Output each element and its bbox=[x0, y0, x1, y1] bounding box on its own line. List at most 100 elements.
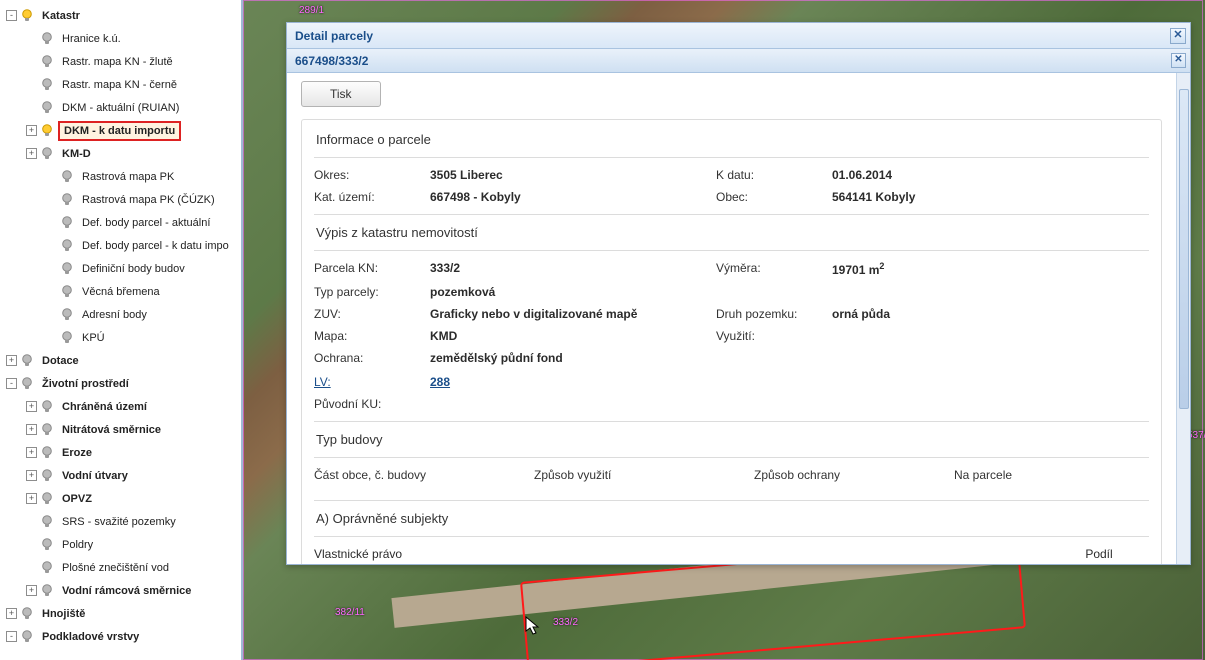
bulb-icon[interactable] bbox=[40, 30, 54, 48]
dialog-titlebar[interactable]: Detail parcely ✕ bbox=[287, 23, 1190, 49]
bulb-icon[interactable] bbox=[60, 237, 74, 255]
tree-node[interactable]: -Katastr bbox=[0, 4, 241, 27]
tree-node[interactable]: Rastrová mapa PK bbox=[0, 165, 241, 188]
bulb-icon[interactable] bbox=[40, 467, 54, 485]
value: zemědělský půdní fond bbox=[430, 351, 710, 365]
scrollbar-thumb[interactable] bbox=[1179, 89, 1189, 409]
label: Okres: bbox=[314, 168, 424, 182]
bulb-icon[interactable] bbox=[40, 76, 54, 94]
tree-node-label: Vodní útvary bbox=[58, 468, 132, 484]
tree-node[interactable]: -Podkladové vrstvy bbox=[0, 625, 241, 648]
tree-node[interactable]: +DKM - k datu importu bbox=[0, 119, 241, 142]
owners-header: Vlastnické právo Podíl bbox=[314, 547, 1149, 561]
close-icon[interactable]: ✕ bbox=[1170, 28, 1186, 44]
bulb-icon[interactable] bbox=[40, 421, 54, 439]
scrollbar[interactable] bbox=[1176, 73, 1190, 564]
expand-icon[interactable]: + bbox=[26, 585, 37, 596]
tree-node-label: Rastrová mapa PK (ČÚZK) bbox=[78, 192, 219, 208]
tree-node[interactable]: Hranice k.ú. bbox=[0, 27, 241, 50]
bulb-icon[interactable] bbox=[40, 398, 54, 416]
tree-node[interactable]: Plošné znečištění vod bbox=[0, 556, 241, 579]
collapse-icon[interactable]: - bbox=[6, 378, 17, 389]
dialog-content: Tisk Informace o parcele Okres: 3505 Lib… bbox=[287, 73, 1176, 564]
bulb-icon[interactable] bbox=[40, 444, 54, 462]
bulb-icon[interactable] bbox=[20, 375, 34, 393]
collapse-icon[interactable]: - bbox=[6, 10, 17, 21]
tree-node[interactable]: Definiční body budov bbox=[0, 257, 241, 280]
detail-dialog: Detail parcely ✕ 667498/333/2 ✕ Tisk Inf… bbox=[286, 22, 1191, 565]
value bbox=[832, 329, 1052, 343]
bulb-icon[interactable] bbox=[60, 283, 74, 301]
expand-icon[interactable]: + bbox=[26, 125, 37, 136]
expand-icon[interactable]: + bbox=[26, 424, 37, 435]
bulb-icon[interactable] bbox=[60, 329, 74, 347]
value bbox=[430, 397, 710, 411]
tree-node[interactable]: SRS - svažité pozemky bbox=[0, 510, 241, 533]
tree-node[interactable]: DKM - aktuální (RUIAN) bbox=[0, 96, 241, 119]
tree-node-label: Eroze bbox=[58, 445, 96, 461]
bulb-icon[interactable] bbox=[20, 352, 34, 370]
bulb-icon[interactable] bbox=[60, 260, 74, 278]
tree-node-label: Adresní body bbox=[78, 307, 151, 323]
tree-node[interactable]: Def. body parcel - aktuální bbox=[0, 211, 241, 234]
tree-node[interactable]: Def. body parcel - k datu impo bbox=[0, 234, 241, 257]
tree-node[interactable]: Poldry bbox=[0, 533, 241, 556]
expand-icon[interactable]: + bbox=[26, 493, 37, 504]
label: Obec: bbox=[716, 190, 826, 204]
expand-icon[interactable]: + bbox=[6, 355, 17, 366]
inner-titlebar: 667498/333/2 ✕ bbox=[287, 49, 1190, 73]
tree-node[interactable]: -Životní prostředí bbox=[0, 372, 241, 395]
print-button[interactable]: Tisk bbox=[301, 81, 381, 107]
tree-node[interactable]: Rastr. mapa KN - žlutě bbox=[0, 50, 241, 73]
expand-icon[interactable]: + bbox=[26, 470, 37, 481]
collapse-icon[interactable]: - bbox=[6, 631, 17, 642]
spacer bbox=[46, 217, 57, 228]
bulb-icon[interactable] bbox=[40, 559, 54, 577]
dialog-title: Detail parcely bbox=[295, 29, 373, 43]
tree-node[interactable]: +Nitrátová směrnice bbox=[0, 418, 241, 441]
bulb-icon[interactable] bbox=[40, 513, 54, 531]
tree-node[interactable]: + Vodní útvary bbox=[0, 464, 241, 487]
layer-tree[interactable]: -Katastr Hranice k.ú. Rastr. mapa KN - žlu… bbox=[0, 0, 243, 660]
bulb-icon[interactable] bbox=[40, 53, 54, 71]
bulb-icon[interactable] bbox=[20, 7, 34, 25]
tree-node[interactable]: + OPVZ bbox=[0, 487, 241, 510]
expand-icon[interactable]: + bbox=[26, 148, 37, 159]
bulb-icon[interactable] bbox=[40, 582, 54, 600]
tree-node[interactable]: Rastr. mapa KN - černě bbox=[0, 73, 241, 96]
tree-node[interactable]: Adresní body bbox=[0, 303, 241, 326]
value: 19701 m2 bbox=[832, 261, 1052, 277]
tree-node[interactable]: +Vodní rámcová směrnice bbox=[0, 579, 241, 602]
bulb-icon[interactable] bbox=[60, 306, 74, 324]
tree-node[interactable]: +KM-D bbox=[0, 142, 241, 165]
bulb-icon[interactable] bbox=[40, 122, 54, 140]
bulb-icon[interactable] bbox=[40, 490, 54, 508]
expand-icon[interactable]: + bbox=[26, 401, 37, 412]
parcel-label: 333/2 bbox=[553, 617, 578, 628]
spacer bbox=[46, 309, 57, 320]
tree-node-label: KPÚ bbox=[78, 330, 109, 346]
expand-icon[interactable]: + bbox=[26, 447, 37, 458]
close-icon[interactable]: ✕ bbox=[1171, 53, 1186, 68]
bulb-icon[interactable] bbox=[40, 99, 54, 117]
map-canvas[interactable]: 289/1 537/2 382/11 333/2 537/2 Detail pa… bbox=[243, 0, 1205, 660]
tree-node[interactable]: +Dotace bbox=[0, 349, 241, 372]
bulb-icon[interactable] bbox=[40, 536, 54, 554]
bulb-icon[interactable] bbox=[20, 605, 34, 623]
bulb-icon[interactable] bbox=[60, 214, 74, 232]
bulb-icon[interactable] bbox=[60, 191, 74, 209]
tree-node[interactable]: KPÚ bbox=[0, 326, 241, 349]
tree-node[interactable]: +Chráněná území bbox=[0, 395, 241, 418]
bulb-icon[interactable] bbox=[40, 145, 54, 163]
expand-icon[interactable]: + bbox=[6, 608, 17, 619]
tree-node[interactable]: + Eroze bbox=[0, 441, 241, 464]
bulb-icon[interactable] bbox=[20, 628, 34, 646]
bulb-icon[interactable] bbox=[60, 168, 74, 186]
tree-node[interactable]: Věcná břemena bbox=[0, 280, 241, 303]
tree-node[interactable]: + Hnojiště bbox=[0, 602, 241, 625]
tree-node[interactable]: Rastrová mapa PK (ČÚZK) bbox=[0, 188, 241, 211]
tree-node-label: OPVZ bbox=[58, 491, 96, 507]
lv-link[interactable]: 288 bbox=[430, 375, 710, 389]
tree-node-label: Hranice k.ú. bbox=[58, 31, 125, 47]
tree-node-label: Hnojiště bbox=[38, 606, 89, 622]
